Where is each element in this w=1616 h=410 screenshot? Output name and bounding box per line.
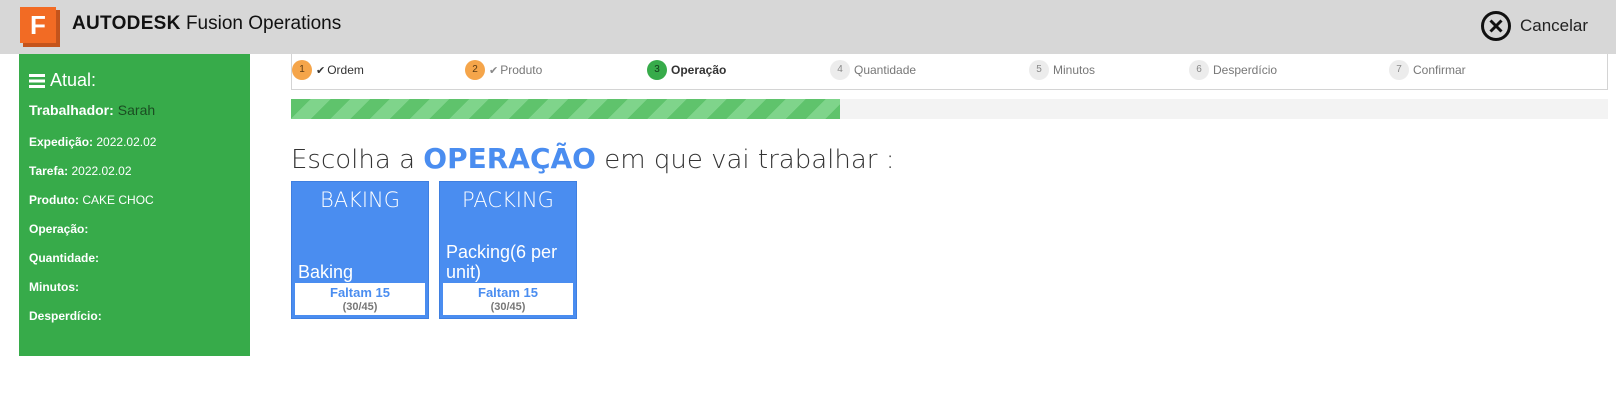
- remaining-text: Faltam 15: [330, 285, 390, 300]
- info-label: Tarefa:: [29, 164, 69, 178]
- done-ratio: (30/45): [490, 301, 526, 313]
- info-label: Desperdício:: [29, 309, 102, 323]
- step-ordem[interactable]: 1 ✔ Ordem: [292, 60, 364, 80]
- step-operacao[interactable]: 3 Operação: [647, 60, 726, 80]
- info-produto: Produto: CAKE CHOC: [29, 193, 154, 207]
- step-number: 6: [1189, 60, 1209, 80]
- close-circle-icon: [1481, 11, 1511, 41]
- title-suffix: em que vai trabalhar :: [595, 145, 895, 175]
- operation-description: Baking: [298, 262, 354, 282]
- title-prefix: Escolha a: [291, 145, 424, 175]
- operation-card-baking[interactable]: BAKING Baking Faltam 15 (30/45): [291, 181, 429, 319]
- step-label: Operação: [671, 63, 727, 77]
- operation-description: Packing(6 per unit): [446, 242, 558, 282]
- cancel-button[interactable]: Cancelar: [1480, 10, 1588, 42]
- progress-bar: [291, 99, 1608, 119]
- step-number: 5: [1029, 60, 1049, 80]
- worker-value: Sarah: [117, 102, 156, 118]
- step-label: Quantidade: [854, 63, 917, 77]
- info-quantidade: Quantidade:: [29, 251, 99, 265]
- info-label: Produto:: [29, 193, 79, 207]
- check-icon: ✔: [316, 64, 326, 77]
- remaining-text: Faltam 15: [478, 285, 538, 300]
- brand-name: AUTODESK Fusion Operations: [72, 13, 341, 35]
- info-minutos: Minutos:: [29, 280, 79, 294]
- hamburger-icon: [29, 73, 45, 88]
- info-value: CAKE CHOC: [82, 193, 154, 207]
- app-logo: F: [20, 7, 60, 47]
- step-number: 7: [1389, 60, 1409, 80]
- operation-card-packing[interactable]: PACKING Packing(6 per unit) Faltam 15 (3…: [439, 181, 577, 319]
- step-label: Confirmar: [1413, 63, 1466, 77]
- done-ratio: (30/45): [342, 301, 378, 313]
- operation-code: PACKING: [462, 188, 554, 212]
- app-header: F AUTODESK Fusion Operations Cancelar: [0, 0, 1616, 54]
- step-number: 3: [647, 60, 667, 80]
- panel-title-text: Atual:: [50, 70, 97, 90]
- progress-fill: [291, 99, 840, 119]
- panel-title: Atual:: [29, 70, 96, 91]
- step-minutos: 5 Minutos: [1029, 60, 1095, 80]
- worker-label: Trabalhador:: [29, 102, 114, 118]
- current-info-panel: Atual: Trabalhador: Sarah Expedição: 2022…: [19, 54, 250, 356]
- info-label: Minutos:: [29, 280, 79, 294]
- info-label: Quantidade:: [29, 251, 100, 265]
- wizard-stepper: 1 ✔ Ordem 2 ✔ Produto 3 Operação 4 Quant…: [291, 54, 1608, 90]
- cancel-label: Cancelar: [1520, 16, 1589, 35]
- info-operacao: Operação:: [29, 222, 88, 236]
- operation-code: BAKING: [319, 188, 401, 212]
- operation-counter: Faltam 15 (30/45): [443, 283, 573, 315]
- info-label: Expedição:: [29, 135, 94, 149]
- info-desperdicio: Desperdício:: [29, 309, 102, 323]
- step-label: Ordem: [327, 63, 364, 77]
- brand-strong: AUTODESK: [72, 13, 181, 34]
- info-value: 2022.02.02: [71, 164, 132, 178]
- step-produto[interactable]: 2 ✔ Produto: [465, 60, 542, 80]
- info-label: Operação:: [29, 222, 89, 236]
- step-label: Desperdício: [1213, 63, 1278, 77]
- operation-counter: Faltam 15 (30/45): [295, 283, 425, 315]
- info-tarefa: Tarefa: 2022.02.02: [29, 164, 132, 178]
- worker-info: Trabalhador: Sarah: [29, 102, 155, 118]
- step-label: Minutos: [1053, 63, 1096, 77]
- title-accent: OPERAÇÃO: [423, 142, 596, 175]
- step-number: 2: [465, 60, 485, 80]
- check-icon: ✔: [489, 64, 499, 77]
- step-desperdicio: 6 Desperdício: [1189, 60, 1277, 80]
- info-value: 2022.02.02: [96, 135, 157, 149]
- step-label: Produto: [500, 63, 543, 77]
- step-number: 4: [830, 60, 850, 80]
- step-quantidade: 4 Quantidade: [830, 60, 916, 80]
- step-number: 1: [292, 60, 312, 80]
- info-expedicao: Expedição: 2022.02.02: [29, 135, 156, 149]
- step-confirmar: 7 Confirmar: [1389, 60, 1466, 80]
- logo-letter: F: [20, 7, 56, 43]
- page-title: Escolha a OPERAÇÃO em que vai trabalhar …: [291, 142, 895, 175]
- brand-product: Fusion Operations: [185, 13, 342, 34]
